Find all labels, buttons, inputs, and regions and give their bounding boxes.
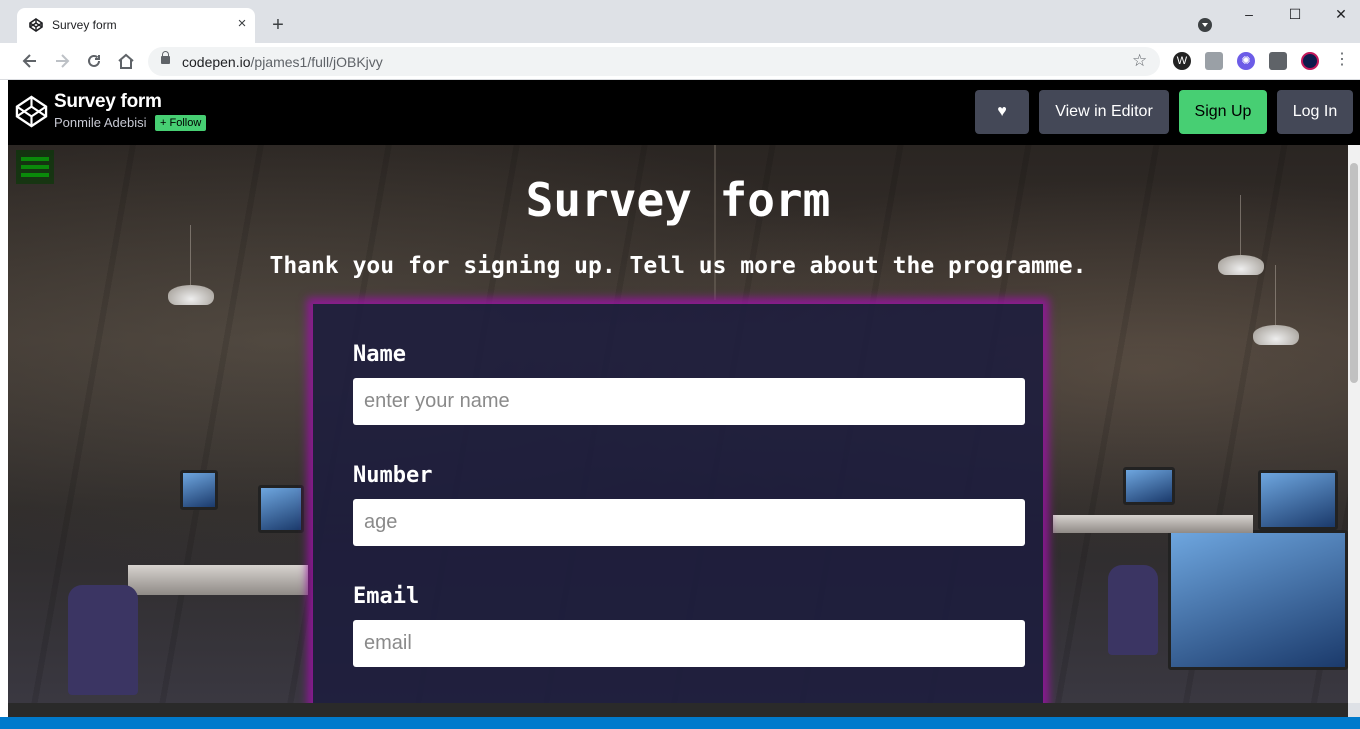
- gear-ext-icon[interactable]: ✺: [1237, 52, 1255, 70]
- pen-title: Survey form: [54, 91, 162, 112]
- url-text: codepen.io/pjames1/full/jOBKjvy: [182, 54, 383, 70]
- background-monitor: [1258, 470, 1338, 530]
- editor-status-bar: [0, 717, 1360, 729]
- number-input[interactable]: [353, 499, 1025, 546]
- log-in-button[interactable]: Log In: [1277, 90, 1353, 134]
- background-lamp: [1253, 265, 1299, 345]
- follow-label: Follow: [169, 117, 202, 129]
- horizontal-scrollbar[interactable]: [8, 703, 1348, 717]
- tab-search-icon[interactable]: [1198, 18, 1212, 32]
- browser-toolbar: codepen.io/pjames1/full/jOBKjvy ☆: [0, 43, 1360, 80]
- scrollbar-thumb[interactable]: [1350, 163, 1358, 383]
- page-title: Survey form: [525, 173, 831, 227]
- background-desk: [128, 565, 308, 595]
- minimize-button[interactable]: –: [1239, 6, 1259, 22]
- reload-icon[interactable]: [84, 51, 104, 71]
- url-path: /pjames1/full/jOBKjvy: [250, 54, 383, 70]
- back-arrow-icon[interactable]: [20, 51, 40, 71]
- close-window-button[interactable]: ✕: [1331, 6, 1351, 23]
- background-chair: [1108, 565, 1158, 655]
- background-monitor: [258, 485, 304, 533]
- name-input[interactable]: [353, 378, 1025, 425]
- background-monitor: [1123, 467, 1175, 505]
- hamburger-bar: [21, 165, 49, 169]
- browser-tab[interactable]: Survey form ×: [17, 8, 255, 43]
- codepen-header: Survey form Ponmile Adebisi + Follow ♥ V…: [8, 80, 1360, 145]
- url-host: codepen.io: [182, 54, 251, 70]
- name-label: Name: [353, 342, 406, 367]
- tab-strip: Survey form × + – ☐ ✕: [0, 0, 1360, 43]
- left-window-edge: [0, 30, 8, 729]
- view-in-editor-button[interactable]: View in Editor: [1039, 90, 1169, 134]
- hamburger-bar: [21, 157, 49, 161]
- follow-button[interactable]: + Follow: [155, 115, 207, 131]
- puzzle-icon[interactable]: [1269, 52, 1287, 70]
- chrome-menu-icon[interactable]: ⋮: [1334, 50, 1350, 70]
- page-description: Thank you for signing up. Tell us more a…: [269, 253, 1087, 279]
- tab-title: Survey form: [52, 18, 117, 32]
- wordpress-icon[interactable]: W: [1173, 52, 1191, 70]
- home-icon[interactable]: [116, 51, 136, 71]
- background-monitor: [1168, 530, 1348, 670]
- bookmark-star-icon[interactable]: ☆: [1132, 51, 1147, 71]
- background-chair: [68, 585, 138, 695]
- email-label: Email: [353, 584, 420, 609]
- tab-close-icon[interactable]: ×: [233, 15, 251, 33]
- maximize-button[interactable]: ☐: [1285, 6, 1305, 23]
- new-tab-button[interactable]: +: [267, 14, 289, 36]
- number-label: Number: [353, 463, 433, 488]
- pen-author[interactable]: Ponmile Adebisi: [54, 115, 147, 130]
- vertical-scrollbar[interactable]: [1348, 145, 1360, 703]
- pen-preview: Survey form Thank you for signing up. Te…: [8, 145, 1348, 703]
- sign-up-button[interactable]: Sign Up: [1179, 90, 1267, 134]
- background-desk: [1053, 515, 1253, 533]
- address-bar[interactable]: codepen.io/pjames1/full/jOBKjvy ☆: [148, 47, 1160, 76]
- lock-icon[interactable]: [161, 51, 170, 64]
- background-lamp: [168, 225, 214, 305]
- codepen-favicon-icon: [29, 18, 43, 32]
- camera-icon[interactable]: [1205, 52, 1223, 70]
- email-input[interactable]: [353, 620, 1025, 667]
- survey-form: Name Number Email: [313, 304, 1043, 703]
- avatar-icon[interactable]: [1301, 52, 1319, 70]
- codepen-logo-icon[interactable]: [15, 95, 48, 128]
- background-monitor: [180, 470, 218, 510]
- heart-button[interactable]: ♥: [975, 90, 1029, 134]
- forward-arrow-icon[interactable]: [52, 51, 72, 71]
